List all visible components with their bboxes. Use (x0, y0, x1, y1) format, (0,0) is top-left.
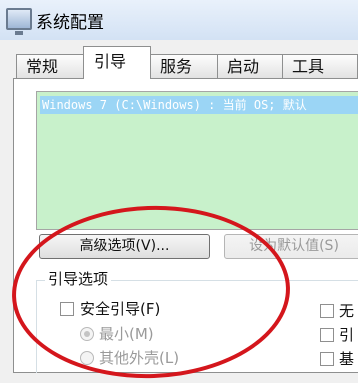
alternate-shell-label: 其他外壳(L) (99, 349, 180, 367)
safe-boot-checkbox[interactable] (60, 302, 74, 316)
base-video-checkbox[interactable] (320, 352, 334, 366)
os-list[interactable]: Windows 7 (C:\Windows) : 当前 OS; 默认 (36, 91, 358, 230)
minimal-label: 最小(M) (99, 325, 154, 343)
set-default-button[interactable]: 设为默认值(S) (224, 234, 358, 259)
minimal-radio[interactable] (80, 327, 94, 341)
title-bar: 系统配置 (0, 0, 358, 41)
safe-boot-label: 安全引导(F) (80, 300, 161, 318)
msconfig-window-icon (6, 8, 32, 35)
no-gui-boot-label: 无 (339, 302, 355, 320)
tab-tools[interactable]: 工具 (282, 54, 358, 78)
boot-log-label: 引 (339, 326, 355, 344)
os-list-item[interactable]: Windows 7 (C:\Windows) : 当前 OS; 默认 (40, 96, 358, 114)
tab-startup[interactable]: 启动 (217, 54, 283, 78)
alternate-shell-radio[interactable] (80, 351, 94, 365)
boot-options-title: 引导选项 (45, 268, 112, 289)
tab-general[interactable]: 常规 (16, 54, 84, 78)
advanced-options-button[interactable]: 高级选项(V)... (39, 234, 210, 259)
boot-log-checkbox[interactable] (320, 328, 334, 342)
base-video-label: 基 (339, 350, 355, 368)
no-gui-boot-checkbox[interactable] (320, 304, 334, 318)
window-title: 系统配置 (36, 13, 104, 33)
tab-services[interactable]: 服务 (150, 54, 218, 78)
tab-boot[interactable]: 引导 (83, 46, 151, 79)
